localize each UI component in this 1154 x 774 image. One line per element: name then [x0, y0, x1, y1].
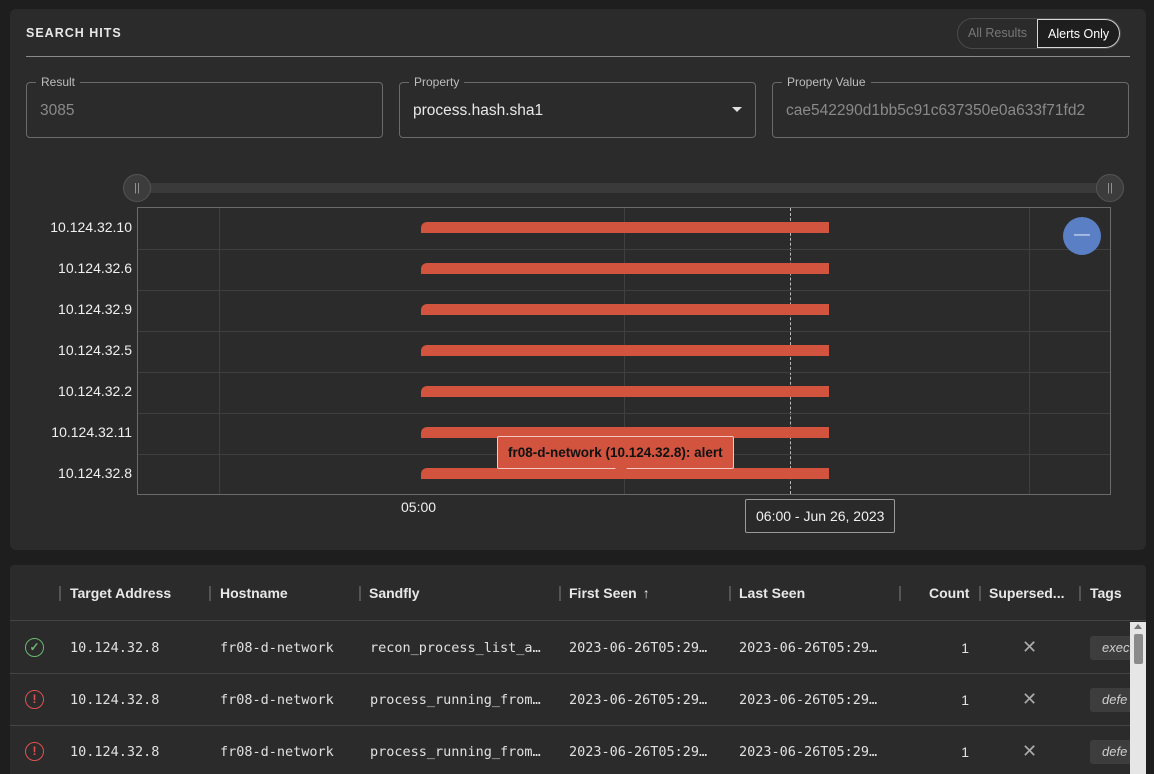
tooltip-arrow: [615, 468, 627, 475]
results-filter-toggle: All Results Alerts Only: [957, 18, 1122, 49]
property-select[interactable]: Property process.hash.sha1: [399, 75, 756, 138]
grid-line: [138, 413, 1110, 414]
first-seen-label: First Seen: [569, 585, 637, 601]
scroll-thumb[interactable]: [1134, 634, 1143, 664]
title-divider: [26, 56, 1130, 57]
cell-target-address: 10.124.32.8: [70, 744, 160, 760]
row-label: 10.124.32.5: [58, 342, 132, 358]
cell-count: 1: [961, 692, 969, 708]
drag-handle-icon[interactable]: ||: [1096, 174, 1124, 202]
cell-hostname: fr08-d-network: [220, 640, 334, 656]
property-label: Property: [409, 75, 465, 89]
table-scrollbar[interactable]: [1130, 622, 1146, 774]
timeline-bar[interactable]: [421, 345, 829, 356]
grid-line: [219, 208, 220, 494]
arrow-up-icon[interactable]: ↑: [643, 585, 650, 601]
search-hits-panel: SEARCH HITS All Results Alerts Only Resu…: [10, 9, 1146, 550]
results-table: Target Address Hostname Sandfly First Se…: [10, 565, 1146, 774]
timeline-bar[interactable]: [421, 222, 829, 233]
close-icon: ✕: [1022, 741, 1038, 761]
grid-line: [1029, 208, 1030, 494]
cell-sandfly: process_running_from…: [370, 744, 541, 760]
row-label: 10.124.32.6: [58, 260, 132, 276]
column-hostname[interactable]: Hostname: [220, 585, 288, 601]
cell-first-seen: 2023-06-26T05:29…: [569, 692, 708, 708]
cell-target-address: 10.124.32.8: [70, 692, 160, 708]
grid-line: [138, 331, 1110, 332]
cursor-time-tooltip: 06:00 - Jun 26, 2023: [745, 499, 896, 533]
timeline-bar[interactable]: [421, 263, 829, 274]
column-separator[interactable]: [209, 586, 211, 601]
cell-first-seen: 2023-06-26T05:29…: [569, 744, 708, 760]
column-separator[interactable]: [359, 586, 361, 601]
row-label: 10.124.32.11: [51, 424, 132, 440]
zoom-out-icon[interactable]: —: [1063, 217, 1101, 255]
cell-last-seen: 2023-06-26T05:29…: [739, 692, 878, 708]
column-superseded[interactable]: Supersed...: [989, 585, 1064, 601]
grid-line: [138, 249, 1110, 250]
result-field[interactable]: Result 3085: [26, 75, 383, 138]
column-separator[interactable]: [729, 586, 731, 601]
property-value-label: Property Value: [782, 75, 871, 89]
check-circle-icon: ✓: [25, 638, 44, 657]
row-label: 10.124.32.10: [50, 219, 132, 235]
panel-title: SEARCH HITS: [26, 26, 122, 40]
cell-count: 1: [961, 640, 969, 656]
x-tick-label: 05:00: [401, 499, 437, 515]
column-separator[interactable]: [59, 586, 61, 601]
close-icon: ✕: [1022, 637, 1038, 657]
timeline-bar[interactable]: [421, 304, 829, 315]
drag-handle-icon[interactable]: ||: [123, 174, 151, 202]
column-separator[interactable]: [979, 586, 981, 601]
grid-line: [138, 372, 1110, 373]
column-last-seen[interactable]: Last Seen: [739, 585, 805, 601]
row-label: 10.124.32.9: [58, 301, 132, 317]
column-tags[interactable]: Tags: [1090, 585, 1122, 601]
grid-line: [138, 290, 1110, 291]
table-row[interactable]: ! 10.124.32.8 fr08-d-network process_runnin…: [10, 726, 1140, 774]
cell-sandfly: recon_process_list_a…: [370, 640, 541, 656]
alert-circle-icon: !: [25, 690, 44, 709]
column-separator[interactable]: [1079, 586, 1081, 601]
result-label: Result: [36, 75, 81, 89]
result-value: 3085: [40, 102, 75, 119]
property-value-text: cae542290d1bb5c91c637350e0a633f71fd2: [786, 102, 1086, 119]
cell-last-seen: 2023-06-26T05:29…: [739, 744, 878, 760]
cell-last-seen: 2023-06-26T05:29…: [739, 640, 878, 656]
table-header: Target Address Hostname Sandfly First Se…: [10, 565, 1146, 621]
time-range-slider-track[interactable]: [137, 183, 1110, 193]
column-first-seen[interactable]: First Seen ↑: [569, 585, 650, 601]
cell-first-seen: 2023-06-26T05:29…: [569, 640, 708, 656]
property-value-field[interactable]: Property Value cae542290d1bb5c91c637350e…: [772, 75, 1129, 138]
table-row[interactable]: ! 10.124.32.8 fr08-d-network process_runnin…: [10, 674, 1140, 726]
all-results-button[interactable]: All Results: [958, 19, 1037, 48]
cell-count: 1: [961, 744, 969, 760]
alerts-only-button[interactable]: Alerts Only: [1037, 19, 1121, 48]
property-value: process.hash.sha1: [413, 102, 544, 119]
cell-target-address: 10.124.32.8: [70, 640, 160, 656]
close-icon: ✕: [1022, 689, 1038, 709]
row-label: 10.124.32.2: [58, 383, 132, 399]
column-separator[interactable]: [559, 586, 561, 601]
cell-hostname: fr08-d-network: [220, 692, 334, 708]
column-target-address[interactable]: Target Address: [70, 585, 171, 601]
column-sandfly[interactable]: Sandfly: [369, 585, 420, 601]
alert-circle-icon: !: [25, 742, 44, 761]
bar-tooltip: fr08-d-network (10.124.32.8): alert: [497, 436, 734, 469]
column-separator[interactable]: [899, 586, 901, 601]
cell-sandfly: process_running_from…: [370, 692, 541, 708]
cell-hostname: fr08-d-network: [220, 744, 334, 760]
column-count[interactable]: Count: [929, 585, 969, 601]
timeline-bar[interactable]: [421, 386, 829, 397]
row-label: 10.124.32.8: [58, 465, 132, 481]
scroll-up-icon[interactable]: [1134, 624, 1142, 629]
chevron-down-icon[interactable]: [732, 107, 742, 112]
table-row[interactable]: ✓ 10.124.32.8 fr08-d-network recon_process_…: [10, 622, 1142, 674]
